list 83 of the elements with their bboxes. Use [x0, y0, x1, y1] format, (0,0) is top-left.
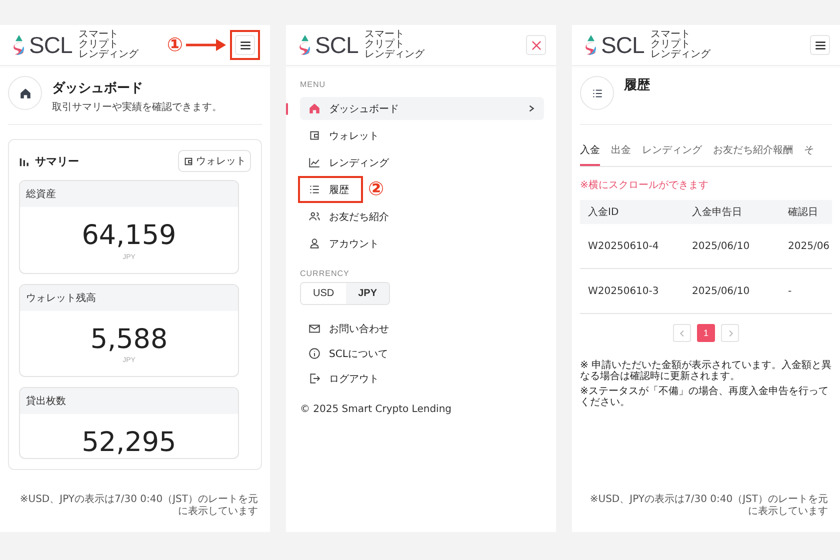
summary-title: サマリー [35, 154, 79, 168]
menu-link[interactable]: ログアウト [300, 367, 544, 390]
stat-value: 52,295 [80, 426, 178, 458]
logo-tagline: レンディング [364, 50, 424, 60]
table-cell-text: 2025/06/10 [692, 240, 751, 252]
logo-tagline: スマート [650, 30, 692, 40]
copyright-text: © 2025 Smart Crypto Lending [300, 404, 453, 415]
logo-icon [12, 34, 26, 56]
mail-icon [308, 322, 321, 335]
wallet-icon [308, 129, 321, 142]
wallet-button[interactable]: ウォレット [178, 150, 251, 172]
menu-item[interactable]: お友だち紹介 [300, 205, 544, 228]
home-icon [308, 102, 321, 115]
logo-tagline: クリプト [364, 40, 406, 50]
logo-tagline: スマート [78, 30, 120, 40]
page-title: 履歴 [624, 77, 650, 95]
step-number: ② [368, 180, 384, 199]
tab[interactable]: 出金 [611, 137, 631, 166]
tab[interactable]: そ [804, 137, 814, 166]
logo-tagline: クリプト [78, 40, 120, 50]
logo-tagline: レンディング [650, 50, 710, 60]
stat-value: 64,159 [80, 219, 178, 251]
page-subtitle: 取引サマリーや実績を確認できます。 [52, 100, 222, 114]
logout-icon [308, 372, 321, 385]
people-icon [308, 210, 321, 223]
currency-option[interactable]: JPY [346, 283, 390, 304]
tab[interactable]: レンディング [642, 137, 702, 166]
logo-tagline: スマート [364, 30, 406, 40]
list-icon [308, 183, 321, 196]
table-cell-text: W20250610-3 [588, 286, 660, 296]
section-label: MENU [300, 80, 327, 89]
wallet-icon [183, 156, 194, 166]
chevron-left-icon [678, 328, 686, 338]
menu-link[interactable]: お問い合わせ [300, 317, 544, 340]
table-cell-text: W20250610-4 [588, 240, 660, 252]
close-icon [530, 38, 542, 52]
menu-button[interactable] [235, 35, 255, 55]
logo-text: SCL [29, 34, 72, 56]
page-button[interactable]: 1 [697, 324, 715, 342]
active-marker [286, 103, 288, 115]
line-chart-icon [308, 156, 321, 169]
note-text: ※ 申請いただいた金額が表示されています。入金額と異なる場合は確認時に更新されます。 [580, 360, 832, 382]
menu-icon [238, 38, 252, 52]
stat-label: 総資産 [20, 181, 238, 207]
logo-text: SCL [315, 34, 358, 56]
table-cell-text: - [788, 286, 793, 296]
rate-footnote: ※USD、JPYの表示は7/30 0:40（JST）のレートを元に表示しています [18, 492, 259, 519]
scroll-hint: ※横にスクロールができます [580, 178, 710, 192]
step-number: ① [166, 36, 183, 54]
logo-tagline: レンディング [78, 50, 138, 60]
logo-text: SCL [601, 34, 644, 56]
table-cell-text: 2025/06/10 [692, 286, 751, 296]
menu-item[interactable]: 履歴 [300, 178, 361, 201]
page-title: ダッシュボード [52, 80, 144, 97]
chevron-right-icon [527, 104, 536, 113]
logo-icon [584, 34, 598, 56]
stat-value: 5,588 [89, 322, 169, 354]
logo-icon [298, 34, 312, 56]
menu-item[interactable]: レンディング [300, 151, 544, 174]
stat-label: ウォレット残高 [20, 284, 238, 311]
close-button[interactable] [526, 35, 546, 55]
menu-button[interactable] [810, 35, 830, 55]
logo-tagline: クリプト [650, 40, 692, 50]
stat-label: 貸出枚数 [20, 388, 238, 414]
page-icon [580, 76, 614, 110]
table-cell-text: 2025/06 [788, 240, 831, 252]
menu-item[interactable]: ウォレット [300, 124, 544, 147]
menu-icon [814, 38, 826, 52]
menu-link[interactable]: SCLについて [300, 342, 544, 365]
column-header: 入金申告日 [692, 206, 743, 219]
note-text: ※ステータスが「不備」の場合、再度入金申告を行ってください。 [580, 386, 830, 408]
info-icon [308, 347, 321, 360]
tab[interactable]: 入金 [580, 137, 600, 166]
menu-item[interactable]: アカウント [300, 232, 544, 255]
page-icon [8, 76, 42, 110]
pointer-arrow [186, 39, 226, 51]
person-icon [308, 237, 321, 250]
tab[interactable]: お友だち紹介報酬 [713, 137, 793, 166]
column-header: 確認日 [788, 206, 819, 219]
section-label: CURRENCY [300, 269, 350, 278]
menu-item[interactable]: ダッシュボード [300, 97, 544, 120]
rate-footnote: ※USD、JPYの表示は7/30 0:40（JST）のレートを元に表示しています [588, 492, 829, 519]
column-header: 入金ID [588, 206, 620, 219]
